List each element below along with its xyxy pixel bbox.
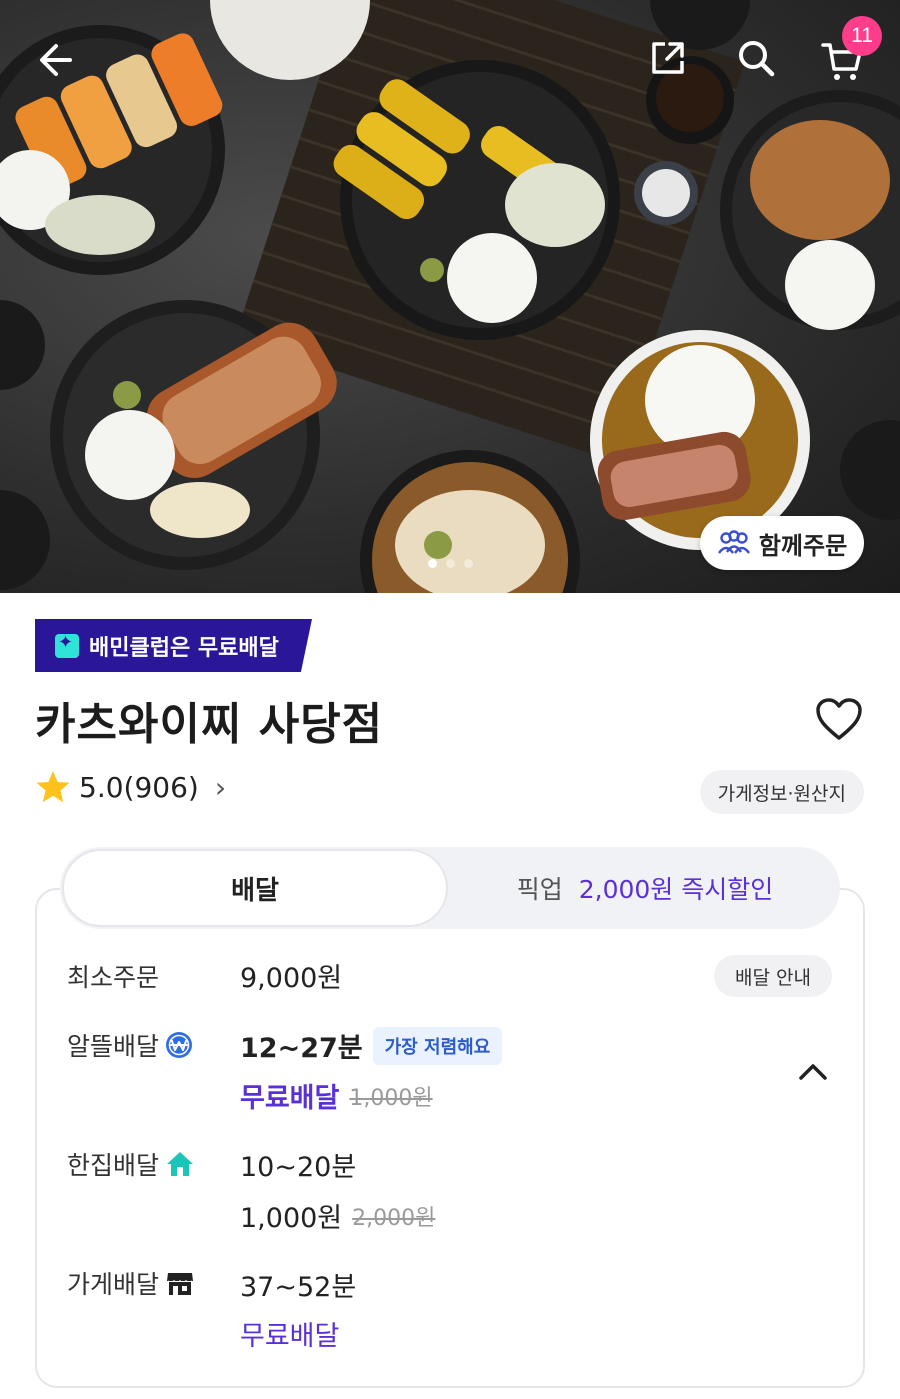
back-button[interactable]	[28, 32, 84, 88]
delivery-option-fee: 무료배달	[240, 1314, 339, 1353]
delivery-option-time: 10~20분	[240, 1145, 356, 1184]
delivery-guide-button[interactable]: 배달 안내	[714, 955, 832, 997]
club-star-icon	[55, 632, 79, 658]
carousel-dot	[464, 559, 473, 568]
share-icon	[652, 42, 684, 74]
baemin-club-banner[interactable]: 배민클럽은 무료배달	[35, 619, 312, 672]
option-fee-original: 2,000원	[352, 1205, 436, 1231]
people-icon	[717, 530, 750, 554]
cart-count-badge: 11	[842, 16, 882, 56]
favorite-button[interactable]	[814, 696, 864, 742]
delivery-option-label: 한집배달	[67, 1146, 195, 1182]
option-fee: 무료배달	[240, 1083, 340, 1114]
pickup-discount: 2,000원 즉시할인	[578, 875, 774, 904]
order-type-tabs: 배달 픽업 2,000원 즉시할인	[60, 847, 840, 929]
cheapest-tag: 가장 저렴해요	[372, 1026, 503, 1065]
heart-icon	[816, 698, 862, 740]
arrow-left-icon	[40, 44, 72, 76]
group-order-label: 함께주문	[758, 531, 848, 560]
carousel-dot	[428, 559, 437, 568]
chevron-right-icon: ›	[214, 770, 227, 804]
delivery-option-fee: 무료배달 1,000원	[240, 1076, 433, 1115]
tab-pickup-label: 픽업	[516, 875, 563, 904]
search-button[interactable]	[728, 30, 784, 86]
option-time: 10~20분	[240, 1152, 357, 1183]
house-icon	[165, 1150, 195, 1178]
carousel-dot	[446, 559, 455, 568]
star-icon	[36, 771, 70, 803]
collapse-button[interactable]	[796, 1056, 830, 1086]
group-order-button[interactable]: 함께주문	[700, 516, 864, 570]
option-fee-original: 1,000원	[349, 1085, 433, 1111]
option-time: 37~52분	[240, 1272, 357, 1303]
club-banner-text: 배민클럽은 무료배달	[89, 635, 279, 661]
delivery-option-time: 37~52분	[240, 1265, 356, 1304]
option-name: 한집배달	[67, 1151, 160, 1180]
delivery-option-time: 12~27분 가장 저렴해요	[240, 1026, 503, 1065]
search-icon	[739, 41, 775, 77]
min-order-label: 최소주문	[67, 963, 160, 992]
won-badge-icon	[165, 1031, 193, 1059]
store-info-button[interactable]: 가게정보·원산지	[699, 770, 864, 814]
tab-pickup[interactable]: 픽업 2,000원 즉시할인	[450, 847, 840, 929]
hero-food-photo: 11 함께주문	[0, 0, 900, 593]
share-button[interactable]	[640, 30, 696, 86]
option-name: 가게배달	[67, 1270, 160, 1299]
option-fee: 무료배달	[240, 1321, 340, 1352]
option-fee: 1,000원	[240, 1203, 343, 1234]
food-photo-illustration	[0, 0, 900, 593]
option-time: 12~27분	[240, 1033, 363, 1064]
delivery-option-label: 가게배달	[67, 1265, 195, 1301]
tab-delivery-label: 배달	[231, 875, 279, 906]
rating-link[interactable]: 5.0(906) ›	[35, 770, 226, 804]
delivery-option-label: 알뜰배달	[67, 1027, 193, 1063]
carousel-indicator	[428, 559, 473, 568]
tab-delivery[interactable]: 배달	[62, 849, 448, 927]
store-name: 카츠와이찌 사당점	[35, 699, 384, 750]
delivery-option-fee: 1,000원 2,000원	[240, 1196, 435, 1235]
rating-value: 5.0(906)	[79, 770, 199, 804]
option-name: 알뜰배달	[67, 1032, 160, 1061]
shop-icon	[165, 1269, 195, 1297]
chevron-up-icon	[799, 1064, 827, 1080]
min-order-value: 9,000원	[240, 963, 343, 994]
